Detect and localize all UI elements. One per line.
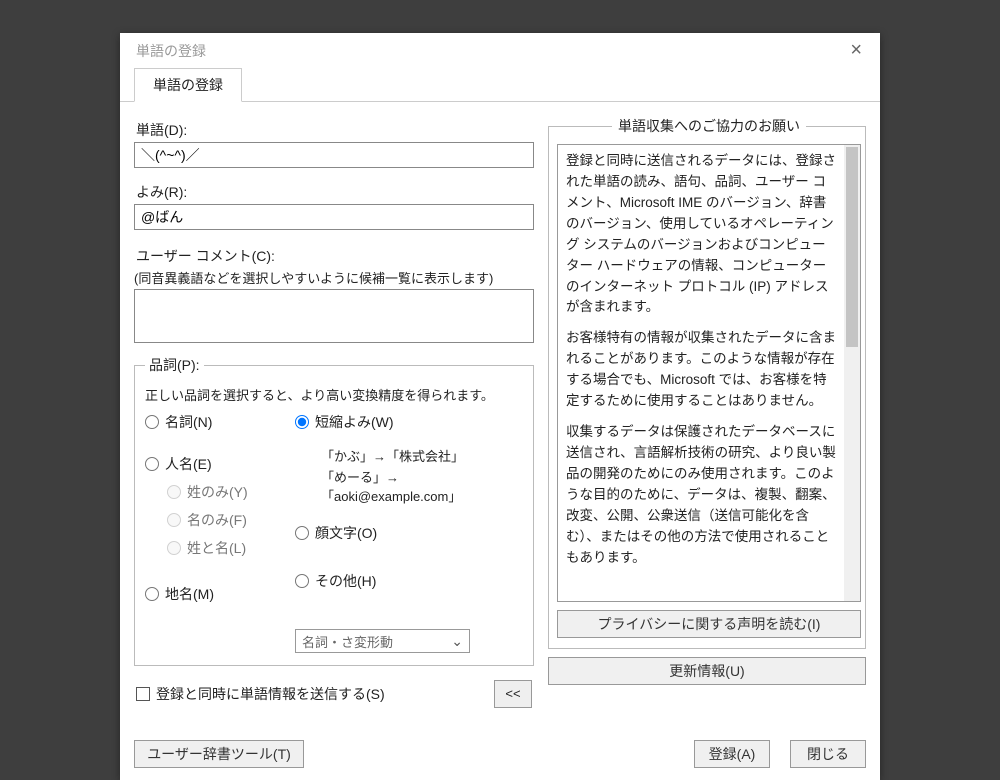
cooperation-para3: 収集するデータは保護されたデータベースに送信され、言語解析技術の研究、より良い製… [566,422,836,568]
tabstrip: 単語の登録 [120,68,880,102]
collapse-button[interactable]: << [494,680,532,708]
word-registration-dialog: 単語の登録 × 単語の登録 単語(D): よみ(R): ユーザー コメント(C)… [120,33,880,780]
radio-person[interactable]: 人名(E) [145,454,285,474]
cooperation-text[interactable]: 登録と同時に送信されるデータには、登録された単語の読み、語句、品詞、ユーザー コ… [558,145,844,601]
scrollbar[interactable] [844,145,860,601]
other-combo-value: 名詞・さ変形動 [302,632,393,651]
cooperation-para1: 登録と同時に送信されるデータには、登録された単語の読み、語句、品詞、ユーザー コ… [566,151,836,318]
comment-label: ユーザー コメント(C): [136,246,534,266]
pos-legend: 品詞(P): [145,355,204,375]
pos-group: 品詞(P): 正しい品詞を選択すると、より高い変換精度を得られます。 名詞(N)… [134,355,534,666]
shortyomi-example-2: 「めーる」→「aoki@example.com」 [321,467,523,505]
other-combo[interactable]: 名詞・さ変形動 ⌄ [295,629,470,653]
radio-sei[interactable]: 姓のみ(Y) [167,482,285,502]
dialog-button-row: ユーザー辞書ツール(T) 登録(A) 閉じる [120,734,880,780]
radio-seimei[interactable]: 姓と名(L) [167,538,285,558]
right-pane: 単語収集へのご協力のお願い 登録と同時に送信されるデータには、登録された単語の読… [548,116,866,726]
radio-kaomoji[interactable]: 顔文字(O) [295,523,523,543]
close-icon[interactable]: × [840,37,872,64]
radio-noun[interactable]: 名詞(N) [145,412,285,432]
close-button[interactable]: 閉じる [790,740,866,768]
comment-input[interactable] [134,289,534,343]
register-button[interactable]: 登録(A) [694,740,770,768]
pos-hint: 正しい品詞を選択すると、より高い変換精度を得られます。 [145,385,523,404]
radio-place[interactable]: 地名(M) [145,584,285,604]
titlebar-title: 単語の登録 [136,41,206,61]
word-input[interactable] [134,142,534,168]
cooperation-group: 単語収集へのご協力のお願い 登録と同時に送信されるデータには、登録された単語の読… [548,116,866,649]
cooperation-text-wrap: 登録と同時に送信されるデータには、登録された単語の読み、語句、品詞、ユーザー コ… [557,144,861,602]
left-pane: 単語(D): よみ(R): ユーザー コメント(C): (同音異義語などを選択し… [134,116,534,726]
cooperation-para2: お客様特有の情報が収集されたデータに含まれることがあります。このような情報が存在… [566,328,836,412]
yomi-label: よみ(R): [136,182,534,202]
privacy-statement-button[interactable]: プライバシーに関する声明を読む(I) [557,610,861,638]
word-label: 単語(D): [136,120,534,140]
shortyomi-example-1: 「かぶ」→「株式会社」 [321,446,523,465]
radio-other[interactable]: その他(H) [295,571,523,591]
send-data-checkbox[interactable]: 登録と同時に単語情報を送信する(S) [136,684,385,704]
tab-word-registration[interactable]: 単語の登録 [134,68,242,102]
update-info-button[interactable]: 更新情報(U) [548,657,866,685]
chevron-down-icon: ⌄ [451,633,463,650]
tab-label: 単語の登録 [153,77,223,93]
checkbox-icon [136,687,150,701]
scrollbar-thumb[interactable] [846,147,858,347]
user-dictionary-tool-button[interactable]: ユーザー辞書ツール(T) [134,740,304,768]
yomi-input[interactable] [134,204,534,230]
radio-mei[interactable]: 名のみ(F) [167,510,285,530]
titlebar: 単語の登録 × [120,33,880,68]
cooperation-legend: 単語収集へのご協力のお願い [612,116,806,136]
radio-shortyomi[interactable]: 短縮よみ(W) [295,412,523,432]
comment-hint: (同音異義語などを選択しやすいように候補一覧に表示します) [134,268,534,287]
